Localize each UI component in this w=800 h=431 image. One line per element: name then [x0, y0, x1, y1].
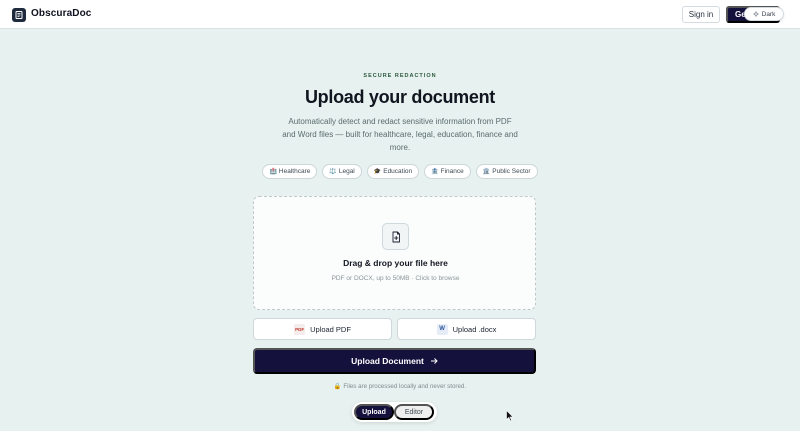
privacy-note: 🔒 Files are processed locally and never …: [333, 383, 467, 390]
sun-icon: [752, 11, 759, 17]
chip-healthcare[interactable]: 🏥 Healthcare: [262, 164, 318, 179]
mouse-cursor-icon: [506, 410, 514, 422]
chip-label: Legal: [338, 168, 355, 175]
bank-icon: 🏦: [431, 169, 439, 175]
government-building-icon: 🏛️: [482, 169, 491, 175]
scales-icon: ⚖️: [329, 169, 337, 175]
upload-pdf-label: Upload PDF: [310, 324, 351, 334]
dropzone-title: Drag & drop your file here: [343, 258, 448, 268]
upload-document-label: Upload Document: [351, 356, 424, 366]
file-plus-icon: [392, 231, 400, 242]
upload-document-button[interactable]: Upload Document: [253, 348, 536, 374]
dropzone-subtitle: PDF or DOCX, up to 50MB · Click to brows…: [331, 275, 460, 282]
sign-in-button[interactable]: Sign in: [682, 6, 720, 23]
graduation-cap-icon: 🎓: [373, 169, 382, 175]
eyebrow-label: SECURE REDACTION: [363, 73, 437, 79]
file-dropzone[interactable]: Drag & drop your file here PDF or DOCX, …: [253, 196, 536, 310]
file-upload-icon: [382, 223, 409, 250]
page-subtitle: Automatically detect and redact sensitiv…: [282, 117, 518, 152]
page-title: Upload your document: [304, 87, 495, 107]
word-icon: W: [436, 323, 448, 335]
chip-legal[interactable]: ⚖️ Legal: [322, 164, 362, 179]
upload-docx-button[interactable]: W Upload .docx: [397, 318, 536, 340]
chip-finance[interactable]: 🏦 Finance: [424, 164, 471, 179]
arrow-right-icon: [430, 358, 438, 364]
sector-chips: 🏥 Healthcare ⚖️ Legal 🎓 Education 🏦 Fina…: [0, 164, 800, 179]
hospital-icon: 🏥: [269, 169, 277, 175]
tab-upload[interactable]: Upload: [354, 404, 394, 420]
chip-label: Healthcare: [278, 168, 311, 175]
tab-editor[interactable]: Editor: [394, 404, 434, 420]
upload-docx-label: Upload .docx: [452, 324, 497, 334]
upload-pdf-button[interactable]: PDF Upload PDF: [253, 318, 392, 340]
document-icon: [15, 11, 23, 19]
chip-education[interactable]: 🎓 Education: [366, 164, 420, 179]
pdf-icon: PDF: [294, 323, 306, 335]
chip-label: Education: [383, 168, 413, 175]
chip-label: Public Sector: [492, 168, 531, 175]
logo-icon[interactable]: [12, 8, 26, 22]
mode-switch: Upload Editor: [352, 402, 437, 422]
chip-public-sector[interactable]: 🏛️ Public Sector: [475, 164, 538, 179]
dark-toggle-label: Dark: [761, 10, 776, 18]
chip-label: Finance: [440, 168, 464, 175]
brand-name[interactable]: ObscuraDoc: [31, 8, 91, 19]
dark-mode-toggle[interactable]: Dark: [744, 7, 784, 21]
top-nav: ObscuraDoc Sign in Get started Dark: [0, 0, 800, 29]
